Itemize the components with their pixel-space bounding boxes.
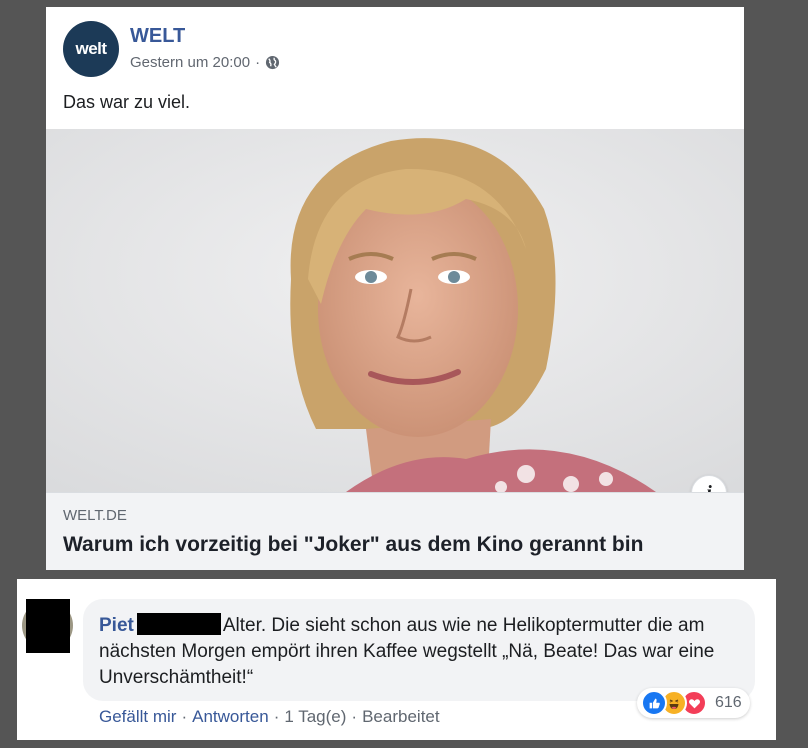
logo-text: welt: [75, 39, 107, 58]
post-text: Das war zu viel.: [63, 92, 191, 112]
reactions-summary[interactable]: 616: [637, 688, 750, 718]
comment-body: Piet Alter. Die sieht schon aus wie ne He…: [99, 613, 749, 691]
comment-panel: Piet Alter. Die sieht schon aus wie ne He…: [17, 579, 776, 740]
link-title[interactable]: Warum ich vorzeitig bei "Joker" aus dem …: [63, 533, 643, 557]
comment-time[interactable]: 1 Tag(e): [284, 707, 346, 727]
comment-author[interactable]: Piet: [99, 615, 134, 636]
edited-label[interactable]: Bearbeitet: [362, 707, 440, 727]
link-preview-footer[interactable]: WELT.DE Warum ich vorzeitig bei "Joker" …: [46, 492, 744, 570]
link-domain: WELT.DE: [63, 507, 127, 524]
page-avatar-logo[interactable]: welt: [63, 21, 119, 77]
meta-separator: ·: [255, 54, 261, 71]
article-photo[interactable]: [46, 129, 744, 492]
like-icon: [641, 690, 667, 716]
reaction-count: 616: [715, 694, 742, 711]
redaction-block-name: [136, 613, 221, 635]
post-card: welt WELT Gestern um 20:00 · Das war zu …: [46, 7, 744, 570]
action-separator: ·: [351, 707, 358, 726]
reaction-icons: [641, 690, 707, 716]
redaction-block-avatar: [26, 599, 70, 653]
post-meta: Gestern um 20:00 ·: [130, 54, 280, 71]
reply-link[interactable]: Antworten: [192, 707, 269, 727]
action-separator: ·: [181, 707, 188, 726]
post-timestamp[interactable]: Gestern um 20:00: [130, 54, 250, 71]
like-comment-link[interactable]: Gefällt mir: [99, 707, 176, 727]
page-name-link[interactable]: WELT: [130, 25, 185, 48]
action-separator: ·: [273, 707, 280, 726]
comment-bubble: Piet Alter. Die sieht schon aus wie ne He…: [83, 599, 755, 701]
portrait-illustration: [46, 129, 744, 492]
comment-actions: Gefällt mir · Antworten · 1 Tag(e) · Bea…: [99, 707, 440, 727]
globe-icon[interactable]: [265, 55, 280, 70]
